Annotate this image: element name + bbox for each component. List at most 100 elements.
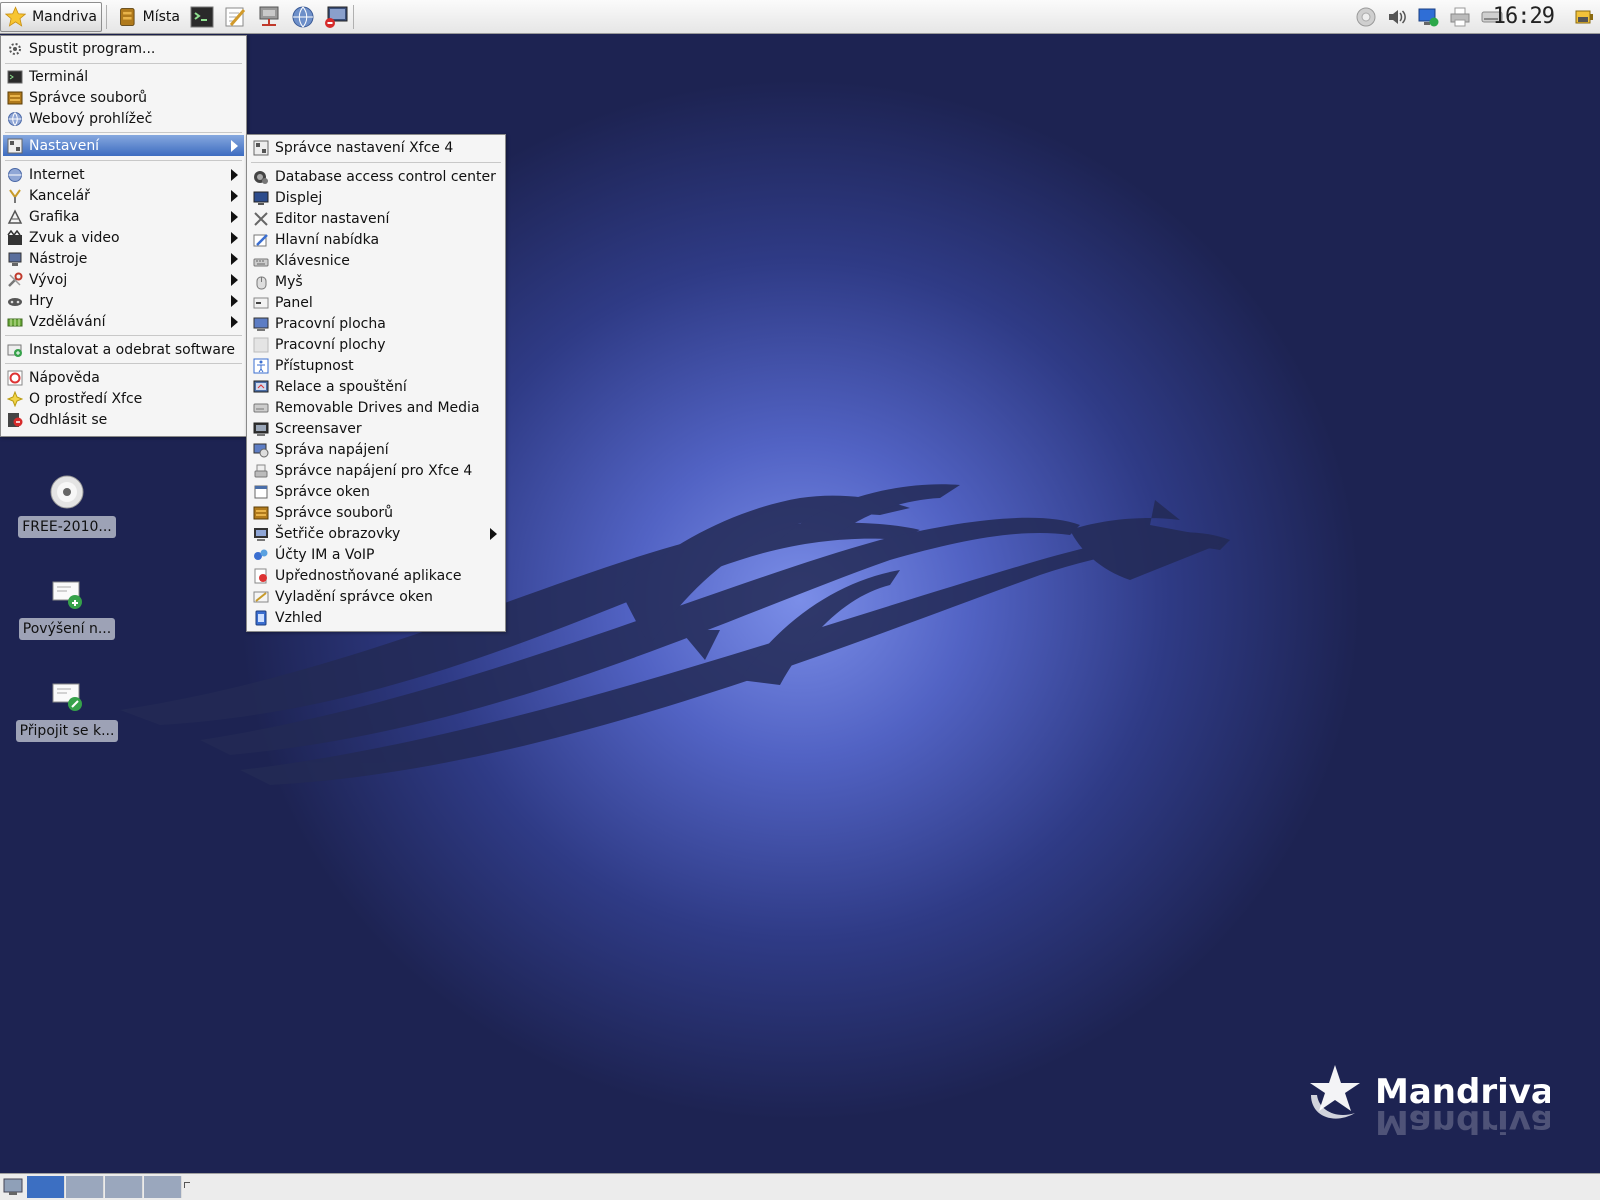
submenu-item-window-manager-tweaks[interactable]: Vyladění správce oken [249, 586, 503, 607]
menu-separator [251, 162, 501, 163]
submenu-item-settings-editor[interactable]: Editor nastavení [249, 208, 503, 229]
menu-item-development[interactable]: Vývoj [3, 269, 244, 290]
menu-separator [5, 63, 242, 64]
menu-item-web-browser[interactable]: Webový prohlížeč [3, 108, 244, 129]
menu-separator [5, 335, 242, 336]
applications-menu-label: Mandriva [32, 9, 97, 25]
menu-item-tools[interactable]: Nástroje [3, 248, 244, 269]
printer-tray[interactable] [1448, 5, 1472, 29]
submenu-arrow-icon [231, 316, 238, 328]
mixer-tray[interactable] [1354, 5, 1378, 29]
submenu-arrow-icon [231, 169, 238, 181]
network-launcher[interactable] [256, 4, 282, 30]
terminal-icon [190, 6, 214, 28]
menu-item-label: Nápověda [29, 369, 100, 386]
submenu-item-session-startup[interactable]: Relace a spouštění [249, 376, 503, 397]
submenu-item-im-voip-accounts[interactable]: Účty IM a VoIP [249, 544, 503, 565]
install-software-icon [7, 342, 23, 358]
workspace-1[interactable] [27, 1176, 65, 1198]
workspace-3[interactable] [105, 1176, 143, 1198]
battery-tray[interactable] [1572, 5, 1596, 29]
menu-item-graphics[interactable]: Grafika [3, 206, 244, 227]
submenu-item-preferred-applications[interactable]: Upřednostňované aplikace [249, 565, 503, 586]
submenu-item-power-management[interactable]: Správa napájení [249, 439, 503, 460]
menu-item-games[interactable]: Hry [3, 290, 244, 311]
menu-item-sound-video[interactable]: Zvuk a video [3, 227, 244, 248]
screensavers-icon [253, 526, 269, 542]
settings-manager-icon [253, 140, 269, 156]
applications-menu-button[interactable]: Mandriva [0, 2, 102, 32]
preferred-applications-icon [253, 568, 269, 584]
run-program-icon [7, 41, 23, 57]
submenu-item-label: Správce napájení pro Xfce 4 [275, 462, 473, 479]
terminal-icon [7, 69, 23, 85]
volume-tray[interactable] [1385, 5, 1409, 29]
submenu-item-workspaces[interactable]: Pracovní plochy [249, 334, 503, 355]
show-desktop-button[interactable] [3, 1178, 23, 1200]
terminal-launcher[interactable] [189, 4, 215, 30]
submenu-item-label: Pracovní plochy [275, 336, 386, 353]
submenu-item-panel[interactable]: Panel [249, 292, 503, 313]
desktop-icon-free-2010[interactable]: FREE-2010... [17, 472, 117, 538]
submenu-item-window-manager[interactable]: Správce oken [249, 481, 503, 502]
menu-item-education[interactable]: Vzdělávání [3, 311, 244, 332]
power-management-icon [253, 442, 269, 458]
submenu-item-screensavers[interactable]: Šetřiče obrazovky [249, 523, 503, 544]
submenu-item-accessibility[interactable]: Přístupnost [249, 355, 503, 376]
menu-item-file-manager[interactable]: Správce souborů [3, 87, 244, 108]
submenu-item-screensaver[interactable]: Screensaver [249, 418, 503, 439]
text-editor-launcher[interactable] [222, 4, 248, 30]
clock[interactable]: 16:29 [1493, 4, 1555, 29]
menu-item-logout[interactable]: Odhlásit se [3, 409, 244, 430]
submenu-item-xfce-power-manager[interactable]: Správce napájení pro Xfce 4 [249, 460, 503, 481]
window-manager-icon [253, 484, 269, 500]
desktop-icon-upgrade[interactable]: Povýšení n... [17, 574, 117, 640]
submenu-item-label: Přístupnost [275, 357, 354, 374]
submenu-arrow-icon [231, 274, 238, 286]
menu-item-help[interactable]: Nápověda [3, 367, 244, 388]
menu-item-label: Terminál [29, 68, 89, 85]
education-icon [7, 314, 23, 330]
desktop-icon-connect[interactable]: Připojit se k... [15, 676, 119, 742]
menu-item-about-xfce[interactable]: O prostředí Xfce [3, 388, 244, 409]
places-icon [120, 8, 135, 26]
submenu-item-label: Upřednostňované aplikace [275, 567, 462, 584]
menu-item-label: Správce souborů [29, 89, 147, 106]
submenu-item-label: Panel [275, 294, 313, 311]
menu-item-office[interactable]: Kancelář [3, 185, 244, 206]
panel-handle-icon[interactable] [184, 1182, 190, 1188]
submenu-item-xfce-settings-manager[interactable]: Správce nastavení Xfce 4 [249, 137, 503, 158]
upgrade-icon [47, 574, 87, 614]
remote-desktop-launcher[interactable] [323, 4, 349, 30]
development-icon [7, 272, 23, 288]
connect-icon [47, 676, 87, 716]
workspace-2[interactable] [66, 1176, 104, 1198]
submenu-item-label: Správce oken [275, 483, 370, 500]
mandriva-logo: Mandriva Mandriva [1310, 1065, 1550, 1135]
submenu-item-label: Hlavní nabídka [275, 231, 380, 248]
submenu-item-appearance[interactable]: Vzhled [249, 607, 503, 628]
workspace-4[interactable] [144, 1176, 182, 1198]
menu-item-terminal[interactable]: Terminál [3, 66, 244, 87]
menu-item-label: Hry [29, 292, 54, 309]
menu-item-run-program[interactable]: Spustit program... [3, 38, 244, 59]
desktop-icon-label: Připojit se k... [15, 720, 119, 742]
submenu-item-mouse[interactable]: Myš [249, 271, 503, 292]
submenu-item-keyboard[interactable]: Klávesnice [249, 250, 503, 271]
remote-desktop-icon [325, 6, 348, 28]
submenu-item-database-access[interactable]: Database access control center [249, 166, 503, 187]
places-button[interactable]: Místa [114, 2, 184, 32]
submenu-item-display[interactable]: Displej [249, 187, 503, 208]
submenu-item-file-manager[interactable]: Správce souborů [249, 502, 503, 523]
games-icon [7, 293, 23, 309]
menu-item-settings[interactable]: Nastavení [3, 135, 244, 156]
network-status-tray[interactable] [1416, 5, 1440, 29]
submenu-item-removable-drives[interactable]: Removable Drives and Media [249, 397, 503, 418]
menu-item-label: Grafika [29, 208, 80, 225]
menu-item-install-software[interactable]: Instalovat a odebrat software [3, 339, 244, 360]
submenu-item-main-menu[interactable]: Hlavní nabídka [249, 229, 503, 250]
menu-item-internet[interactable]: Internet [3, 164, 244, 185]
web-browser-launcher[interactable] [290, 4, 316, 30]
removable-drives-icon [253, 400, 269, 416]
submenu-item-desktop[interactable]: Pracovní plocha [249, 313, 503, 334]
